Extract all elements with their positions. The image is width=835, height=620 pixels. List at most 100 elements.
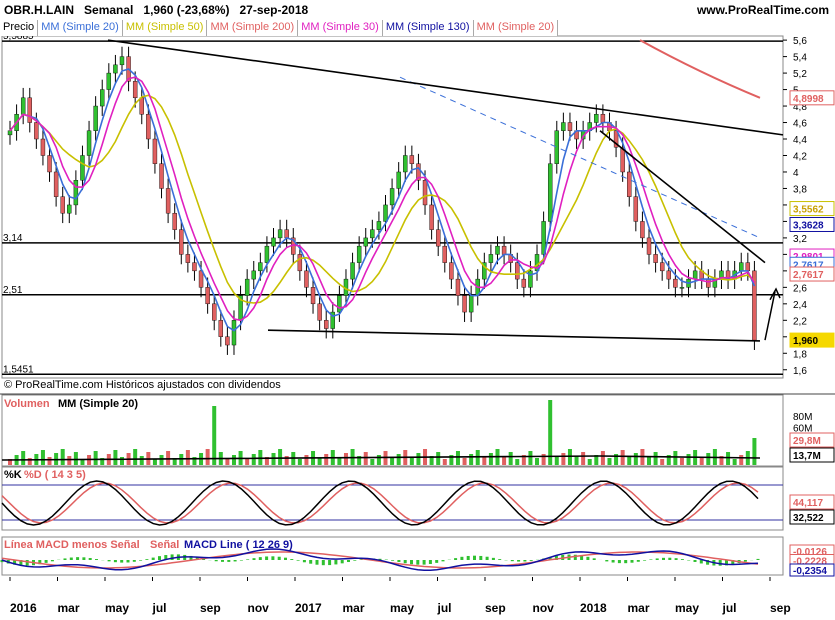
volume-bar [436,452,441,465]
candle-body [271,237,276,247]
volume-bar [67,456,72,465]
candle-body [627,171,632,197]
candle-body [86,130,92,156]
macd-histogram-bar [309,560,313,564]
volume-bar [442,459,447,465]
symbol-label: OBR.H.LAIN [4,3,74,17]
level-label: 1,5451 [3,364,34,375]
copyright-label: © ProRealTime.com Históricos ajustados c… [4,379,281,391]
legend-item[interactable]: MM (Simple 200) [207,20,299,36]
volume-bar [653,452,658,465]
volume-bar [581,452,586,465]
macd-histogram-bar [132,560,136,562]
candle-body [442,245,447,263]
macd-histogram-bar [510,560,514,562]
volume-bar [139,456,144,465]
volume-bar [620,450,625,465]
volume-bar [482,457,487,465]
volume-bar [548,400,553,465]
candle-body [659,262,665,272]
stochastic-tag-label: 44,117 [793,498,823,509]
volume-bar [627,457,632,465]
price-tag-label: 3,5562 [793,205,824,216]
ma30-line [9,76,756,322]
macd-histogram-bar [605,560,609,562]
macd-histogram-bar [529,560,533,561]
stochastic-k-line [1,480,759,526]
candle-body [449,262,454,280]
candle-body [515,262,520,280]
macd-signal-title: Señal [150,539,179,551]
volume-bar [119,457,124,465]
macd-histogram-bar [271,556,275,560]
candle-body [653,254,658,263]
macd-histogram-bar [76,557,80,560]
legend-item[interactable]: MM (Simple 50) [122,20,208,36]
legend-item[interactable]: Precio [0,20,39,36]
legend-item[interactable]: MM (Simple 20) [473,20,559,36]
candle-body [185,254,191,263]
volume-bar [251,454,256,465]
volume-bar [304,455,309,465]
volume-bar [60,449,65,465]
legend-item[interactable]: MM (Simple 20) [38,20,123,36]
candle-body [310,287,316,305]
candle-body [403,155,408,173]
volume-bar [409,457,414,465]
x-tick-label: nov [248,601,270,615]
price-tag-label: 2,7617 [793,270,824,281]
macd-histogram-bar [107,560,111,562]
candle-body [640,221,645,239]
candle-body [739,262,744,272]
x-tick-label: jul [152,601,167,615]
macd-histogram-bar [126,560,130,563]
volume-bar [752,438,757,465]
macd-histogram-bar [50,560,54,562]
candle-body [297,254,303,272]
legend-item[interactable]: MM (Simple 130) [382,20,474,36]
volume-bar [699,457,704,465]
macd-histogram-bar [158,556,161,560]
volume-bar [508,452,513,465]
candle-body [594,114,599,123]
y-tick-label: 4,2 [793,151,807,162]
candle-body [673,278,678,288]
macd-histogram-bar [44,560,48,563]
candle-body [34,122,39,140]
candle-body [212,303,217,321]
macd-histogram-bar [441,560,445,562]
y-tick-label: 4,6 [793,119,807,130]
candle-body [337,295,342,313]
x-tick-label: may [105,601,129,615]
volume-bar [673,451,678,465]
volume-bar [679,458,684,465]
candle-body [277,229,283,239]
macd-histogram-bar [479,555,483,560]
macd-title: Línea MACD menos Señal [4,539,140,551]
candle-body [422,180,428,206]
macd-histogram-bar [655,558,659,560]
macd-histogram-bar [95,559,98,560]
candle-body [205,287,210,305]
macd-histogram-bar [227,560,231,562]
volume-bar [225,459,230,465]
price-tag-label: 4,8998 [793,94,824,105]
candle-body [468,295,474,313]
macd-histogram-bar [63,558,67,560]
macd-histogram-bar [82,557,86,560]
candle-body [356,245,362,263]
candle-body [258,262,263,272]
candle-body [47,155,52,173]
volume-bar [660,459,665,465]
legend-item[interactable]: MM (Simple 30) [298,20,383,36]
macd-histogram-bar [624,560,628,564]
candle-body [633,196,639,222]
candle-body [317,303,322,321]
macd-histogram-bar [221,560,224,562]
candle-body [600,114,606,123]
date-label: 27-sep-2018 [239,3,309,17]
candle-body [159,163,164,189]
y-tick-label: 5,2 [793,69,807,80]
x-tick-label: mar [343,601,365,615]
y-tick-label: 1,6 [793,366,807,377]
